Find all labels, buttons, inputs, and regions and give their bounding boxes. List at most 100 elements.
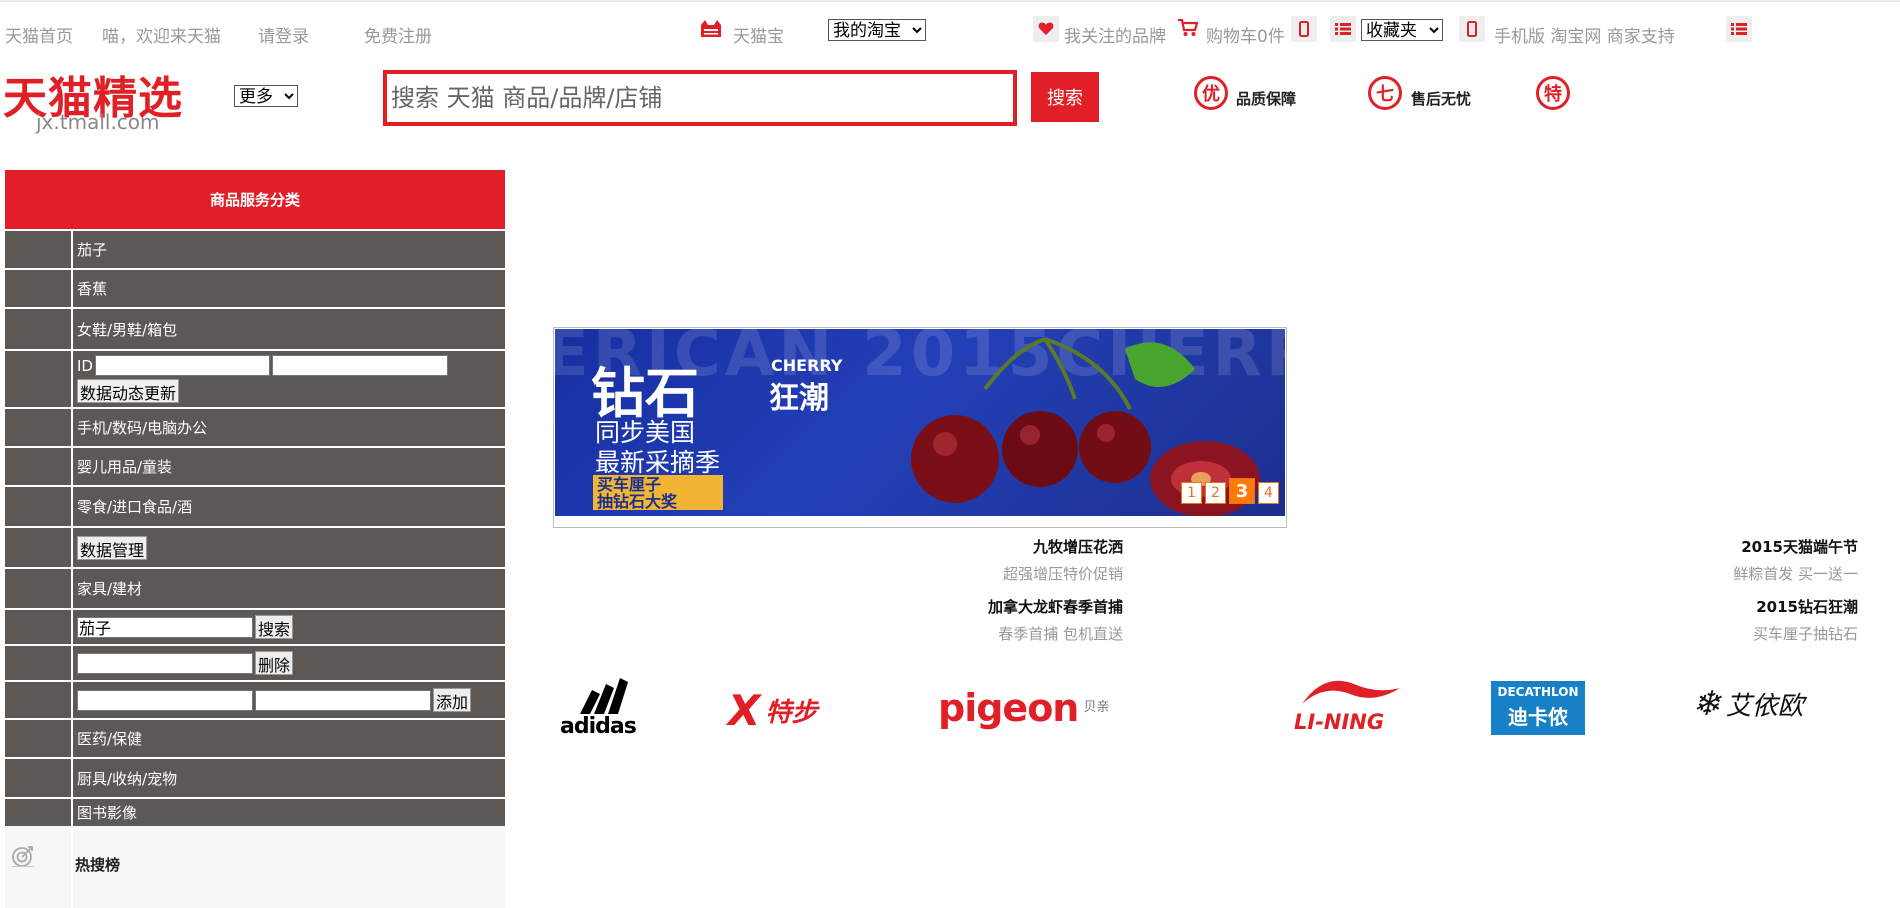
data-manage-button[interactable]: 数据管理 [77, 535, 148, 560]
brand-pigeon[interactable]: pigeon 贝亲 [938, 686, 1109, 730]
sidebar-item-medicine[interactable]: 医药/保健 [5, 718, 505, 757]
sidebar-item-banana[interactable]: 香蕉 [5, 268, 505, 307]
promo-title-4[interactable]: 2015钻石狂潮 [1756, 596, 1858, 617]
sidebar-search-button[interactable]: 搜索 [255, 615, 294, 639]
brand-lining[interactable]: LI-NING [1294, 678, 1404, 734]
banner-page-2[interactable]: 2 [1205, 482, 1226, 504]
banner-pager: 1 2 3 4 [1181, 478, 1279, 504]
sidebar-title: 商品服务分类 [5, 170, 505, 229]
followed-brands-link[interactable]: 我关注的品牌 [1064, 22, 1166, 47]
banner-page-1[interactable]: 1 [1181, 482, 1202, 504]
add-value-input[interactable] [255, 689, 431, 711]
favorites-select[interactable]: 收藏夹 [1361, 19, 1443, 41]
add-button[interactable]: 添加 [433, 688, 472, 712]
mobile-version-icon[interactable] [1459, 16, 1485, 42]
hot-search-label: 热搜榜 [75, 856, 121, 874]
sidebar-id-form: ID 数据动态更新 [5, 349, 505, 407]
sidebar-item-kitchen[interactable]: 厨具/收纳/宠物 [5, 757, 505, 797]
promo-banner[interactable]: ERICAN 2015CHERRY 钻石 CHERRY 狂潮 同步美国 最新采摘… [553, 327, 1287, 528]
banner-promo-box: 买车厘子 抽钻石大奖 [593, 475, 723, 510]
banner-line2: 最新采摘季 [595, 448, 721, 477]
aiyiou-swirl-icon: ❄ [1692, 684, 1721, 724]
sidebar-item-label: 零食/进口食品/酒 [77, 498, 193, 516]
sidebar-data-manage: 数据管理 [5, 526, 505, 567]
banner-image[interactable]: ERICAN 2015CHERRY 钻石 CHERRY 狂潮 同步美国 最新采摘… [555, 329, 1285, 516]
more-select[interactable]: 更多 [234, 85, 298, 107]
id-value-input[interactable] [271, 355, 448, 376]
sidebar-search-input[interactable] [77, 616, 253, 638]
promo-subtitle-3: 鲜粽首发 买一送一 [1733, 565, 1858, 583]
mobile-icon[interactable] [1291, 16, 1317, 42]
banner-page-3[interactable]: 3 [1229, 478, 1255, 504]
logo-subtitle: jx.tmall.com [36, 110, 160, 134]
sidebar-item-label: 茄子 [77, 241, 108, 259]
search-button[interactable]: 搜索 [1031, 72, 1099, 122]
after-sale-label[interactable]: 售后无忧 [1411, 88, 1471, 109]
add-name-input[interactable] [77, 689, 253, 711]
sidebar-item-snacks[interactable]: 零食/进口食品/酒 [5, 485, 505, 526]
search-input[interactable] [387, 74, 1013, 122]
sidebar-item-qiezi[interactable]: 茄子 [5, 229, 505, 268]
my-taobao-select[interactable]: 我的淘宝 [828, 19, 926, 41]
sidebar-item-label: 图书影像 [77, 804, 138, 822]
lining-text: LI-NING [1294, 710, 1385, 734]
delete-button[interactable]: 删除 [255, 651, 294, 675]
banner-page-4[interactable]: 4 [1258, 482, 1279, 504]
promo-subtitle-1: 超强增压特价促销 [1002, 565, 1123, 583]
quality-badge-icon: 优 [1194, 76, 1228, 110]
special-badge-icon[interactable]: 特 [1536, 76, 1570, 110]
cart-icon [1178, 19, 1198, 37]
sidebar-item-baby[interactable]: 婴儿用品/童装 [5, 446, 505, 485]
welcome-text: 喵，欢迎来天猫 [102, 27, 221, 47]
pigeon-text: pigeon [938, 686, 1079, 730]
sidebar-item-label: 手机/数码/电脑办公 [77, 419, 208, 437]
list-icon[interactable] [1330, 16, 1356, 42]
tmall-treasure-link[interactable]: 天猫宝 [733, 22, 784, 47]
cart-link[interactable]: 购物车0件 [1206, 22, 1285, 47]
quality-guarantee-label[interactable]: 品质保障 [1236, 88, 1296, 109]
home-link[interactable]: 天猫首页 [5, 22, 73, 47]
dynamic-update-button[interactable]: 数据动态更新 [77, 379, 180, 403]
aiyiou-text: 艾依欧 [1725, 691, 1804, 722]
sidebar-item-books[interactable]: 图书影像 [5, 797, 505, 826]
mobile-links[interactable]: 手机版 淘宝网 商家支持 [1494, 22, 1675, 47]
decathlon-text: DECATHLON [1497, 685, 1579, 699]
top-bar: 天猫首页 喵，欢迎来天猫 请登录 免费注册 天猫宝 我的淘宝 我关注的品牌 购物… [0, 0, 1900, 60]
id-input[interactable] [94, 355, 270, 376]
xtep-x-icon: X [728, 686, 761, 735]
adidas-logo-icon [580, 678, 628, 714]
sidebar-item-label: 香蕉 [77, 280, 108, 298]
promo-subtitle-4: 买车厘子抽钻石 [1752, 625, 1858, 643]
brand-decathlon[interactable]: DECATHLON 迪卡侬 [1491, 681, 1585, 735]
brand-aiyiou[interactable]: ❄ 艾依欧 [1692, 684, 1804, 724]
promo-title-2[interactable]: 加拿大龙虾春季首捕 [988, 596, 1123, 617]
site-nav-icon[interactable] [1726, 16, 1752, 42]
hot-search-row[interactable]: 热搜榜 [5, 826, 505, 908]
search-box [383, 70, 1017, 126]
sidebar-search-form: 搜索 [5, 608, 505, 644]
sidebar-item-label: 女鞋/男鞋/箱包 [77, 320, 178, 339]
banner-promo-line2: 抽钻石大奖 [597, 492, 678, 511]
sidebar-item-label: 厨具/收纳/宠物 [77, 769, 178, 788]
banner-promo-line1: 买车厘子 [597, 475, 662, 494]
sidebar-item-label: 婴儿用品/童装 [77, 458, 173, 476]
sidebar-item-shoes[interactable]: 女鞋/男鞋/箱包 [5, 307, 505, 349]
decathlon-cn-text: 迪卡侬 [1508, 705, 1568, 729]
banner-craze-text: 狂潮 [769, 381, 829, 416]
login-link[interactable]: 请登录 [258, 22, 309, 47]
lining-swoosh-icon [1302, 680, 1400, 704]
sidebar-item-label: 家具/建材 [77, 580, 143, 598]
brand-adidas[interactable]: adidas [560, 678, 644, 739]
heart-icon [1033, 16, 1059, 42]
promo-title-3[interactable]: 2015天猫端午节 [1741, 536, 1858, 557]
sidebar-item-furniture[interactable]: 家具/建材 [5, 567, 505, 608]
brand-xtep[interactable]: X 特步 [728, 686, 818, 735]
target-icon [11, 846, 35, 868]
delete-input[interactable] [77, 652, 253, 674]
register-link[interactable]: 免费注册 [364, 22, 432, 47]
promo-title-1[interactable]: 九牧增压花洒 [1033, 536, 1123, 557]
sidebar-add-form: 添加 [5, 680, 505, 718]
xtep-text: 特步 [765, 698, 818, 728]
promo-subtitle-2: 春季首捕 包机直送 [998, 625, 1123, 643]
sidebar-item-digital[interactable]: 手机/数码/电脑办公 [5, 407, 505, 446]
